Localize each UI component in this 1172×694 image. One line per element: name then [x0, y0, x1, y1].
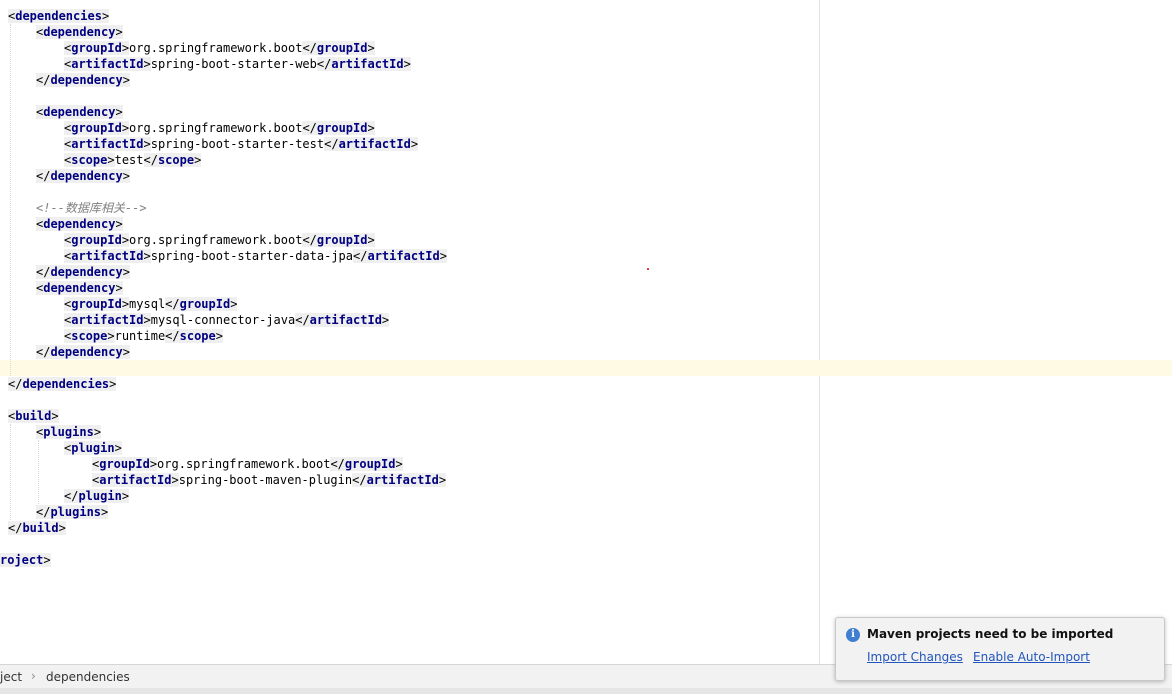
- code-line[interactable]: <artifactId>spring-boot-starter-web</art…: [64, 56, 411, 72]
- code-line[interactable]: <groupId>org.springframework.boot</group…: [64, 232, 375, 248]
- code-line[interactable]: <dependencies>: [8, 8, 110, 24]
- info-icon: i: [846, 628, 860, 642]
- import-changes-link[interactable]: Import Changes: [867, 650, 963, 664]
- enable-auto-import-link[interactable]: Enable Auto-Import: [973, 650, 1090, 664]
- code-line[interactable]: <plugins>: [36, 424, 102, 440]
- right-margin-guide: [819, 0, 820, 664]
- breadcrumb-item-project[interactable]: ject: [0, 670, 22, 684]
- code-line[interactable]: <artifactId>spring-boot-maven-plugin</ar…: [92, 472, 447, 488]
- code-line[interactable]: <!--数据库相关-->: [36, 200, 147, 216]
- code-line[interactable]: </dependency>: [36, 344, 130, 360]
- code-line[interactable]: </dependency>: [36, 168, 130, 184]
- maven-import-notification: i Maven projects need to be imported Imp…: [835, 617, 1165, 681]
- code-line[interactable]: <groupId>org.springframework.boot</group…: [92, 456, 403, 472]
- code-line[interactable]: <artifactId>spring-boot-starter-data-jpa…: [64, 248, 447, 264]
- marker-dot: [647, 268, 649, 270]
- code-line[interactable]: </dependency>: [36, 264, 130, 280]
- code-line[interactable]: <build>: [8, 408, 59, 424]
- code-line[interactable]: <groupId>org.springframework.boot</group…: [64, 40, 375, 56]
- indent-guide: [10, 424, 11, 520]
- code-line[interactable]: <dependency>: [36, 280, 123, 296]
- current-line-highlight: [0, 360, 1172, 376]
- code-line[interactable]: roject>: [0, 552, 51, 568]
- code-line[interactable]: <dependency>: [36, 216, 123, 232]
- indent-guide: [38, 440, 39, 504]
- code-line[interactable]: <dependency>: [36, 104, 123, 120]
- breadcrumb-item-dependencies[interactable]: dependencies: [46, 670, 130, 684]
- code-line[interactable]: <dependency>: [36, 24, 123, 40]
- code-line[interactable]: <groupId>org.springframework.boot</group…: [64, 120, 375, 136]
- code-line[interactable]: <artifactId>mysql-connector-java</artifa…: [64, 312, 390, 328]
- code-line[interactable]: </plugins>: [36, 504, 109, 520]
- code-line[interactable]: <scope>runtime</scope>: [64, 328, 223, 344]
- chevron-right-icon: ›: [31, 669, 36, 683]
- notification-title: Maven projects need to be imported: [867, 627, 1114, 641]
- code-line[interactable]: </build>: [8, 520, 66, 536]
- code-line[interactable]: </plugin>: [64, 488, 130, 504]
- code-editor[interactable]: <dependencies> <dependency> <groupId>org.s…: [0, 0, 1172, 664]
- code-line[interactable]: </dependencies>: [8, 376, 117, 392]
- code-line[interactable]: <scope>test</scope>: [64, 152, 202, 168]
- code-line[interactable]: <artifactId>spring-boot-starter-test</ar…: [64, 136, 419, 152]
- code-line[interactable]: <groupId>mysql</groupId>: [64, 296, 238, 312]
- code-line[interactable]: <plugin>: [64, 440, 122, 456]
- indent-guide: [10, 24, 11, 376]
- status-strip: [0, 688, 1172, 694]
- code-line[interactable]: </dependency>: [36, 72, 130, 88]
